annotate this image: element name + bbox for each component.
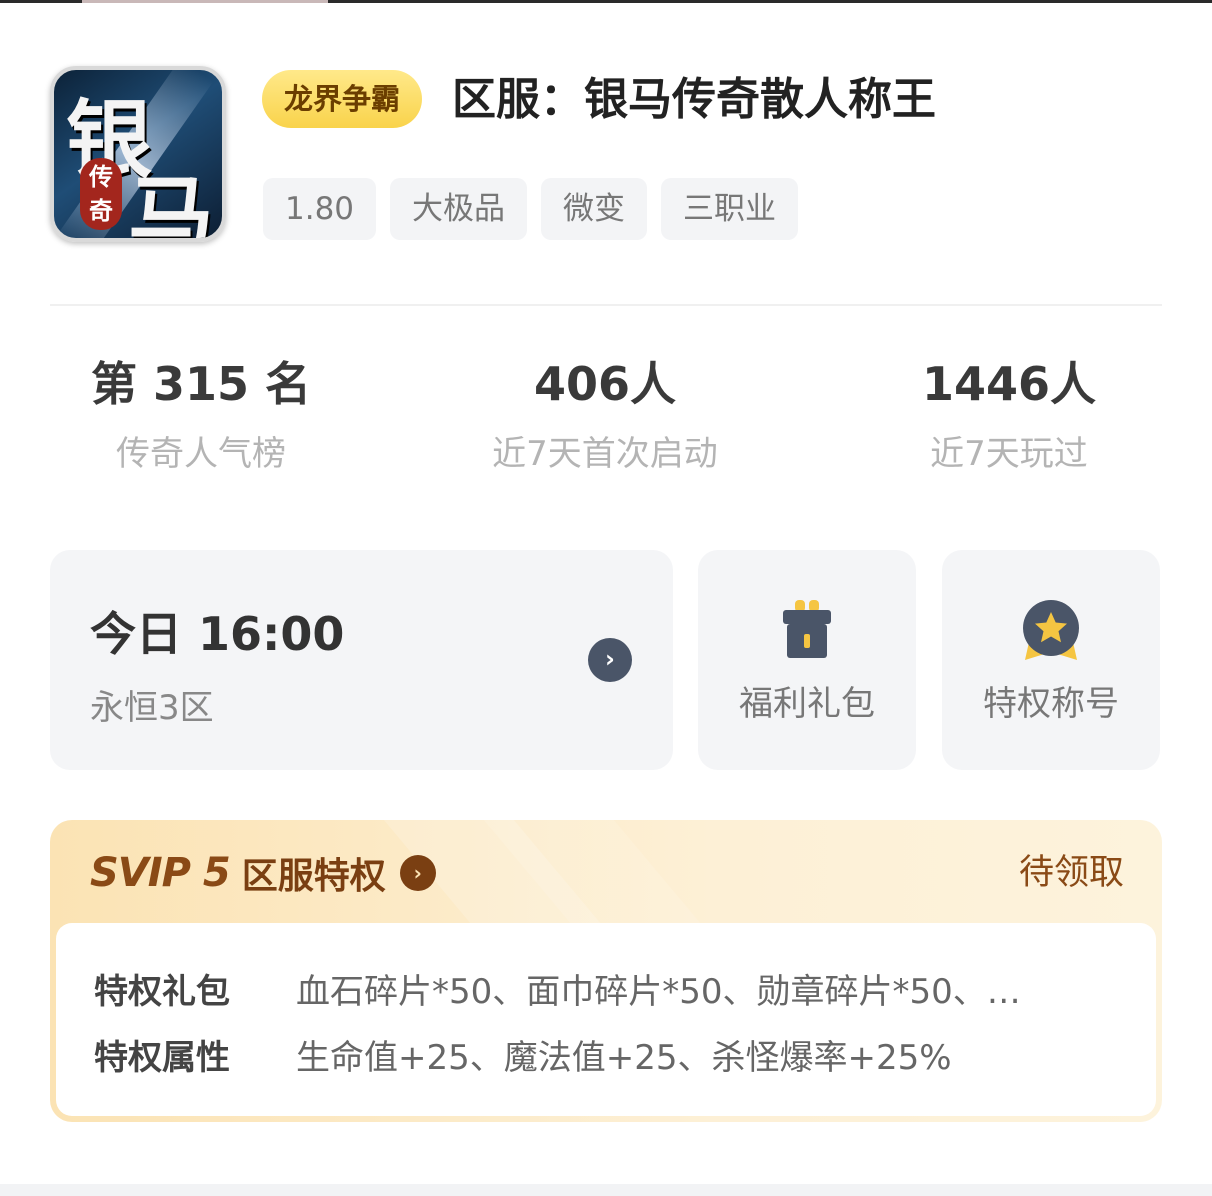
chevron-right-icon[interactable]: ›	[588, 638, 632, 682]
stat-rank-label: 传奇人气榜	[116, 434, 286, 474]
page-title: 区服：银马传奇散人称王	[452, 74, 936, 125]
svip-row-value: 血石碎片*50、面巾碎片*50、勋章碎片*50、…	[296, 971, 1021, 1012]
game-icon[interactable]: 银 马 传奇	[50, 66, 226, 242]
feature-chips: 1.80 大极品 微变 三职业	[263, 178, 799, 240]
svip-privilege-panel[interactable]: SVIP 5 区服特权 › 待领取 特权礼包 血石碎片*50、面巾碎片*50、勋…	[50, 820, 1162, 1122]
stat-played-value: 1446人	[921, 357, 1097, 411]
svip-level: SVIP 5	[90, 850, 231, 896]
svip-row-key: 特权礼包	[94, 971, 230, 1012]
chip-rare-items: 大极品	[390, 178, 528, 240]
privilege-title-card[interactable]: 特权称号	[942, 550, 1160, 770]
welfare-gift-card[interactable]: 福利礼包	[698, 550, 916, 770]
stat-new-players: 406人 近7天首次启动	[454, 352, 756, 475]
svip-claim-status[interactable]: 待领取	[1019, 848, 1124, 898]
bottom-strip	[0, 1184, 1212, 1196]
gift-box-icon	[783, 600, 831, 658]
stat-rank[interactable]: 第 315 名 传奇人气榜	[50, 352, 352, 475]
category-tag[interactable]: 龙界争霸	[262, 70, 423, 128]
welfare-gift-label: 福利礼包	[739, 684, 875, 724]
divider	[50, 304, 1162, 306]
status-strip-accent	[82, 0, 328, 3]
star-medal-icon	[1023, 600, 1079, 660]
icon-seal: 传奇	[80, 158, 122, 230]
svip-benefits: 特权礼包 血石碎片*50、面巾碎片*50、勋章碎片*50、… 特权属性 生命值+…	[56, 923, 1156, 1116]
chip-classes: 三职业	[661, 178, 799, 240]
stat-rank-value: 第 315 名	[90, 357, 312, 411]
chevron-right-icon[interactable]: ›	[399, 855, 436, 891]
svip-row-attributes: 特权属性 生命值+25、魔法值+25、杀怪爆率+25%	[94, 1029, 952, 1079]
stat-played: 1446人 近7天玩过	[858, 352, 1160, 475]
svip-row-key: 特权属性	[94, 1037, 230, 1078]
server-open-time: 今日 16:00	[90, 607, 345, 661]
icon-char-2: 马	[128, 166, 214, 242]
svip-header[interactable]: SVIP 5 区服特权 ›	[90, 848, 436, 898]
privilege-title-label: 特权称号	[983, 684, 1119, 724]
stat-played-label: 近7天玩过	[930, 434, 1088, 474]
stat-new-players-label: 近7天首次启动	[492, 434, 718, 474]
svip-title: 区服特权	[241, 856, 386, 897]
server-open-card[interactable]: 今日 16:00 永恒3区 ›	[50, 550, 673, 770]
svip-row-gift: 特权礼包 血石碎片*50、面巾碎片*50、勋章碎片*50、…	[94, 963, 1021, 1013]
server-name: 永恒3区	[90, 688, 214, 728]
svip-row-value: 生命值+25、魔法值+25、杀怪爆率+25%	[296, 1037, 952, 1078]
chip-version: 1.80	[263, 178, 377, 240]
chip-variant: 微变	[541, 178, 648, 240]
stat-new-players-value: 406人	[533, 357, 677, 411]
